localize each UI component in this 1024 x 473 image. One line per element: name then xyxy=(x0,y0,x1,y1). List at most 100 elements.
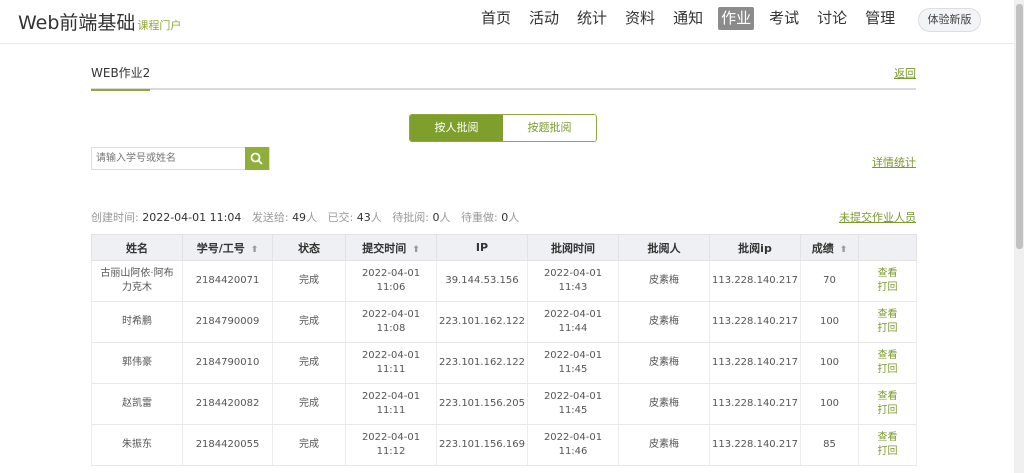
page-title: WEB作业2 xyxy=(91,64,151,91)
table-row: 时希鹏 2184790009 完成 2022-04-01 11:08 223.1… xyxy=(91,301,917,343)
cell-name: 朱振东 xyxy=(91,424,183,466)
try-new-version-button[interactable]: 体验新版 xyxy=(918,8,981,32)
view-link[interactable]: 查看 xyxy=(859,431,916,445)
nav-home[interactable]: 首页 xyxy=(478,7,514,30)
cell-actions: 查看 打回 xyxy=(858,301,917,343)
col-score-label: 成绩 xyxy=(811,241,834,255)
cell-reviewer: 皮素梅 xyxy=(618,301,710,343)
detail-statistics-link[interactable]: 详情统计 xyxy=(872,154,916,170)
submissions-table: 姓名 学号/工号 ⬆ 状态 提交时间 ⬆ IP 批阅时间 批阅人 批阅ip 成绩 ⬆ … xyxy=(91,234,917,466)
col-student-id-label: 学号/工号 xyxy=(196,241,245,255)
cell-student-id: 2184420055 xyxy=(182,424,273,466)
main-nav: 首页 活动 统计 资料 通知 作业 考试 讨论 管理 xyxy=(478,7,910,30)
cell-student-id: 2184420071 xyxy=(182,260,273,302)
view-link[interactable]: 查看 xyxy=(859,308,916,322)
cell-actions: 查看 打回 xyxy=(858,424,917,466)
cell-review-ip: 113.228.140.217 xyxy=(709,383,801,425)
cell-submit-time: 2022-04-01 11:08 xyxy=(345,301,437,343)
back-link[interactable]: 返回 xyxy=(894,65,916,81)
nav-exams[interactable]: 考试 xyxy=(766,7,802,30)
cell-name: 郭伟豪 xyxy=(91,342,183,384)
col-submit-time[interactable]: 提交时间 ⬆ xyxy=(345,234,437,261)
cell-submit-time: 2022-04-01 11:11 xyxy=(345,383,437,425)
pending-value: 0 xyxy=(432,211,440,224)
unsubmitted-students-link[interactable]: 未提交作业人员 xyxy=(839,209,916,225)
cell-score: 85 xyxy=(800,424,859,466)
col-submit-time-label: 提交时间 xyxy=(362,241,407,255)
table-row: 古丽山阿依·阿布力克木 2184420071 完成 2022-04-01 11:… xyxy=(91,260,917,302)
cell-actions: 查看 打回 xyxy=(858,342,917,384)
cell-status: 完成 xyxy=(272,301,346,343)
cell-name: 赵凯雷 xyxy=(91,383,183,425)
cell-ip: 223.101.162.122 xyxy=(436,301,528,343)
cell-student-id: 2184420082 xyxy=(182,383,273,425)
review-by-student-tab[interactable]: 按人批阅 xyxy=(410,115,503,141)
cell-reviewer: 皮素梅 xyxy=(618,260,710,302)
cell-status: 完成 xyxy=(272,342,346,384)
course-portal-label: 课程门户 xyxy=(137,19,182,32)
search-icon xyxy=(250,152,263,165)
search-button[interactable] xyxy=(245,147,269,170)
submission-stats: 创建时间: 2022-04-01 11:04 发送给: 49人 已交: 43人 … xyxy=(91,209,519,225)
cell-review-ip: 113.228.140.217 xyxy=(709,301,801,343)
cell-name: 时希鹏 xyxy=(91,301,183,343)
nav-manage[interactable]: 管理 xyxy=(862,7,898,30)
title-row: WEB作业2 返回 xyxy=(91,52,916,91)
view-link[interactable]: 查看 xyxy=(859,390,916,404)
cell-status: 完成 xyxy=(272,383,346,425)
sort-up-icon[interactable]: ⬆ xyxy=(412,245,420,255)
col-name: 姓名 xyxy=(91,234,183,261)
cell-review-ip: 113.228.140.217 xyxy=(709,342,801,384)
nav-discussion[interactable]: 讨论 xyxy=(814,7,850,30)
cell-review-ip: 113.228.140.217 xyxy=(709,424,801,466)
cell-submit-time: 2022-04-01 11:06 xyxy=(345,260,437,302)
nav-homework[interactable]: 作业 xyxy=(718,7,755,30)
nav-notices[interactable]: 通知 xyxy=(670,7,706,30)
view-link[interactable]: 查看 xyxy=(859,267,916,281)
cell-student-id: 2184790010 xyxy=(182,342,273,384)
table-header-row: 姓名 学号/工号 ⬆ 状态 提交时间 ⬆ IP 批阅时间 批阅人 批阅ip 成绩 ⬆ xyxy=(91,234,917,261)
cell-score: 70 xyxy=(800,260,859,302)
sent-label: 发送给: xyxy=(251,211,289,224)
col-actions xyxy=(858,234,917,261)
return-link[interactable]: 打回 xyxy=(859,322,916,336)
review-by-question-tab[interactable]: 按题批阅 xyxy=(503,115,596,141)
table-row: 赵凯雷 2184420082 完成 2022-04-01 11:11 223.1… xyxy=(91,383,917,425)
nav-activity[interactable]: 活动 xyxy=(526,7,562,30)
redo-label: 待重做: xyxy=(461,211,498,224)
col-review-ip: 批阅ip xyxy=(709,234,801,261)
page-scrollbar[interactable] xyxy=(1014,0,1024,473)
cell-review-ip: 113.228.140.217 xyxy=(709,260,801,302)
view-link[interactable]: 查看 xyxy=(859,349,916,363)
col-student-id[interactable]: 学号/工号 ⬆ xyxy=(182,234,273,261)
search-input[interactable] xyxy=(92,148,247,169)
course-logo[interactable]: Web前端基础 课程门户 xyxy=(18,8,181,35)
scrollbar-thumb[interactable] xyxy=(1016,4,1023,249)
col-score[interactable]: 成绩 ⬆ xyxy=(800,234,859,261)
course-title: Web前端基础 xyxy=(18,12,136,34)
return-link[interactable]: 打回 xyxy=(859,363,916,377)
cell-submit-time: 2022-04-01 11:12 xyxy=(345,424,437,466)
sent-unit: 人 xyxy=(306,211,318,224)
return-link[interactable]: 打回 xyxy=(859,404,916,418)
nav-materials[interactable]: 资料 xyxy=(622,7,658,30)
student-search xyxy=(91,147,270,170)
return-link[interactable]: 打回 xyxy=(859,445,916,459)
return-link[interactable]: 打回 xyxy=(859,281,916,295)
cell-student-id: 2184790009 xyxy=(182,301,273,343)
cell-reviewer: 皮素梅 xyxy=(618,424,710,466)
sort-up-icon[interactable]: ⬆ xyxy=(840,245,848,255)
col-reviewer: 批阅人 xyxy=(618,234,710,261)
pending-label: 待批阅: xyxy=(392,211,429,224)
cell-actions: 查看 打回 xyxy=(858,260,917,302)
cell-review-time: 2022-04-01 11:45 xyxy=(527,342,619,384)
cell-review-time: 2022-04-01 11:45 xyxy=(527,383,619,425)
cell-ip: 223.101.156.205 xyxy=(436,383,528,425)
created-label: 创建时间: xyxy=(91,211,139,224)
cell-ip: 223.101.162.122 xyxy=(436,342,528,384)
cell-score: 100 xyxy=(800,342,859,384)
sent-value: 49 xyxy=(292,211,307,224)
sort-up-icon[interactable]: ⬆ xyxy=(251,245,259,255)
nav-statistics[interactable]: 统计 xyxy=(574,7,610,30)
cell-status: 完成 xyxy=(272,260,346,302)
